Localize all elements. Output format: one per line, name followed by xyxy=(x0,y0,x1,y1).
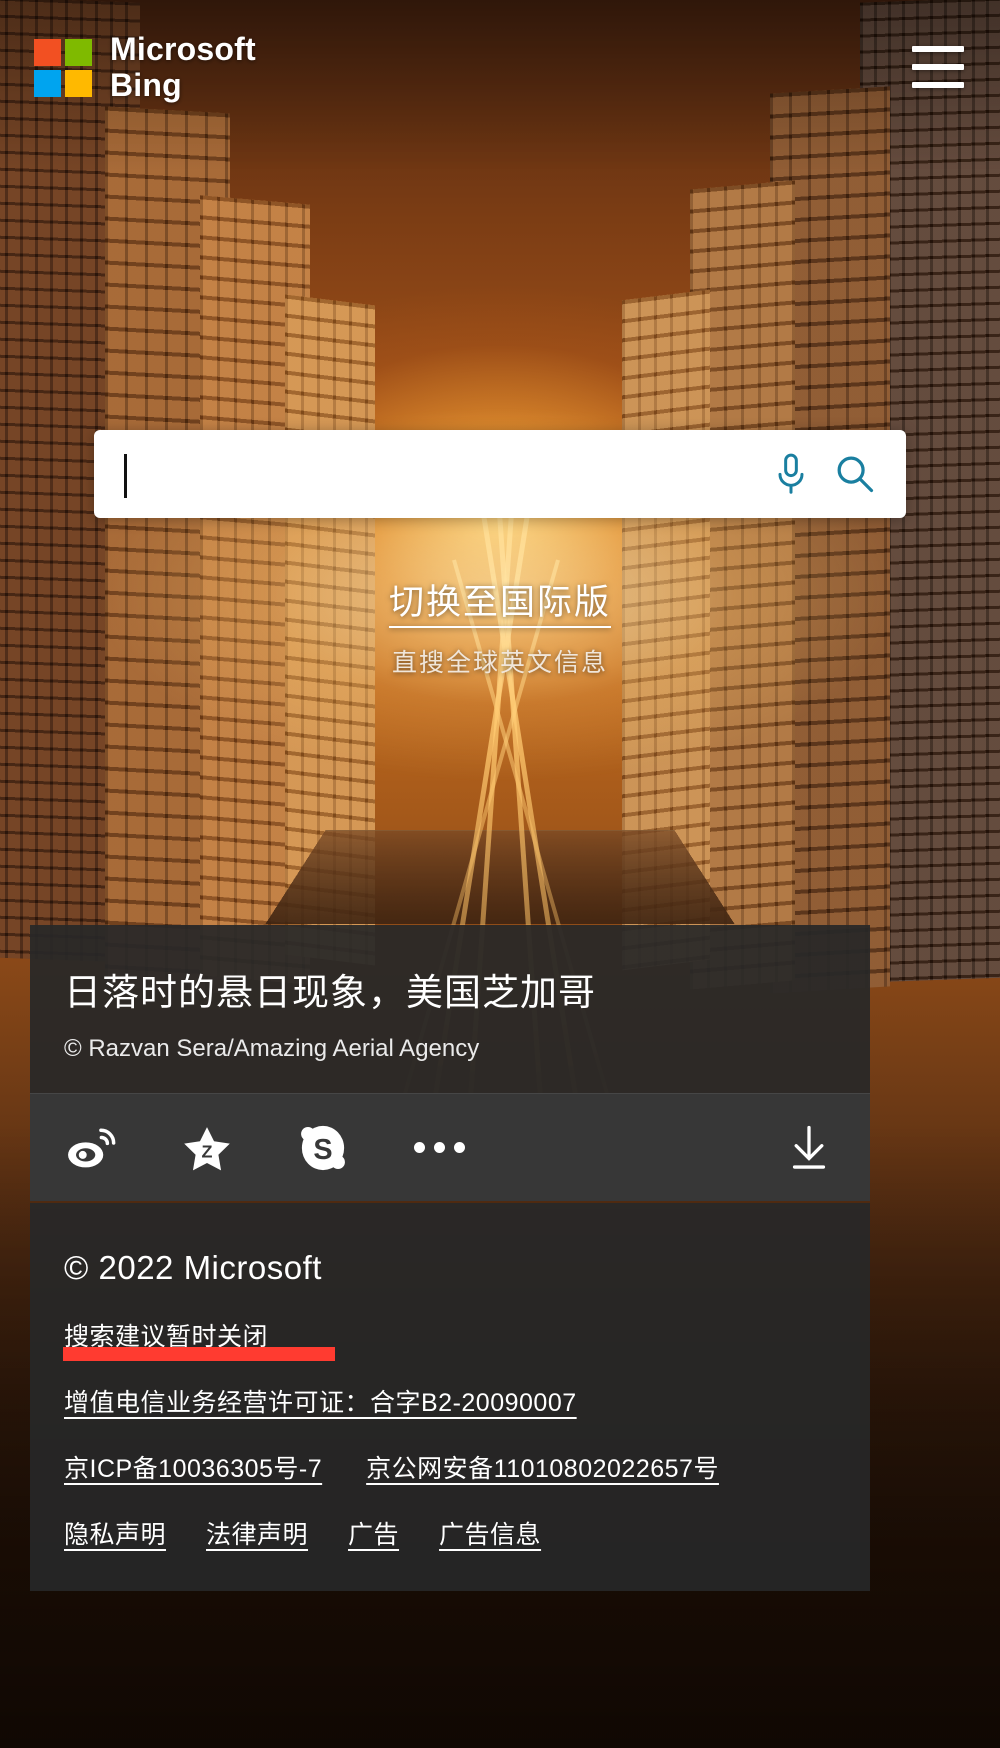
svg-text:S: S xyxy=(313,1134,332,1166)
svg-text:Z: Z xyxy=(202,1141,213,1161)
copyright-text: © 2022 Microsoft xyxy=(64,1249,322,1286)
image-info-text: 日落时的悬日现象，美国芝加哥 © Razvan Sera/Amazing Aer… xyxy=(30,925,870,1093)
brand-text: Microsoft Bing xyxy=(110,31,256,104)
hamburger-bar xyxy=(912,64,964,70)
bing-cn-homepage: Microsoft Bing 切换至国际版 直搜全球英文信息 日落时的悬日现象，… xyxy=(0,0,1000,1748)
search-input[interactable] xyxy=(94,444,760,504)
legal-link[interactable]: 法律声明 xyxy=(206,1515,308,1551)
ads-info-link[interactable]: 广告信息 xyxy=(439,1515,541,1551)
download-icon[interactable] xyxy=(782,1121,836,1175)
image-credit: © Razvan Sera/Amazing Aerial Agency xyxy=(64,1035,480,1063)
international-switch: 切换至国际版 直搜全球英文信息 xyxy=(0,574,1000,679)
station-platform xyxy=(265,829,735,925)
hamburger-bar xyxy=(912,82,964,88)
suggest-notice-row: 搜索建议暂时关闭 xyxy=(63,1317,836,1361)
icp-row: 京ICP备10036305号-7 京公网安备11010802022657号 xyxy=(64,1449,836,1485)
telecom-license-link[interactable]: 增值电信业务经营许可证：合字B2-20090007 xyxy=(64,1389,577,1417)
ellipsis-dots xyxy=(413,1142,465,1154)
footer-links-row: 隐私声明 法律声明 广告 广告信息 xyxy=(64,1515,836,1551)
more-icon[interactable] xyxy=(412,1121,466,1175)
switch-to-international-link[interactable]: 切换至国际版 xyxy=(389,574,611,625)
page-header: Microsoft Bing xyxy=(0,0,1000,120)
search-section: 切换至国际版 直搜全球英文信息 xyxy=(0,430,1000,679)
hamburger-menu-icon[interactable] xyxy=(912,46,964,88)
brand-bing: Bing xyxy=(110,66,182,103)
icp-link[interactable]: 京ICP备10036305号-7 xyxy=(64,1449,322,1485)
image-info-panel: 日落时的悬日现象，美国芝加哥 © Razvan Sera/Amazing Aer… xyxy=(30,925,870,1202)
brand-microsoft: Microsoft xyxy=(110,31,256,67)
page-footer: © 2022 Microsoft 搜索建议暂时关闭 增值电信业务经营许可证：合字… xyxy=(30,1203,870,1591)
ads-link[interactable]: 广告 xyxy=(348,1515,399,1551)
qzone-icon[interactable]: Z xyxy=(180,1121,234,1175)
police-record-link[interactable]: 京公网安备11010802022657号 xyxy=(366,1449,719,1485)
dot xyxy=(453,1142,465,1154)
microsoft-logo-icon xyxy=(34,38,92,97)
logo-square-yellow xyxy=(65,69,92,97)
logo-square-blue xyxy=(34,69,61,97)
telecom-license-row: 增值电信业务经营许可证：合字B2-20090007 xyxy=(64,1383,836,1419)
microsoft-bing-logo[interactable]: Microsoft Bing xyxy=(34,31,256,104)
search-box[interactable] xyxy=(94,430,906,518)
microphone-icon[interactable] xyxy=(760,430,822,518)
international-subtitle: 直搜全球英文信息 xyxy=(391,649,608,677)
hamburger-bar xyxy=(912,46,964,52)
privacy-link[interactable]: 隐私声明 xyxy=(64,1515,166,1551)
logo-square-green xyxy=(65,38,92,66)
dot xyxy=(433,1142,445,1154)
dot xyxy=(413,1142,425,1154)
search-submit-icon[interactable] xyxy=(824,430,886,518)
weibo-icon[interactable] xyxy=(64,1121,118,1175)
image-action-bar: Z S xyxy=(30,1093,870,1202)
skype-icon[interactable]: S xyxy=(296,1121,350,1175)
red-highlight-annotation xyxy=(63,1347,335,1361)
text-caret xyxy=(124,454,127,498)
logo-square-orange xyxy=(34,38,61,66)
image-title: 日落时的悬日现象，美国芝加哥 xyxy=(64,972,596,1013)
share-buttons-group: Z S xyxy=(64,1121,466,1175)
